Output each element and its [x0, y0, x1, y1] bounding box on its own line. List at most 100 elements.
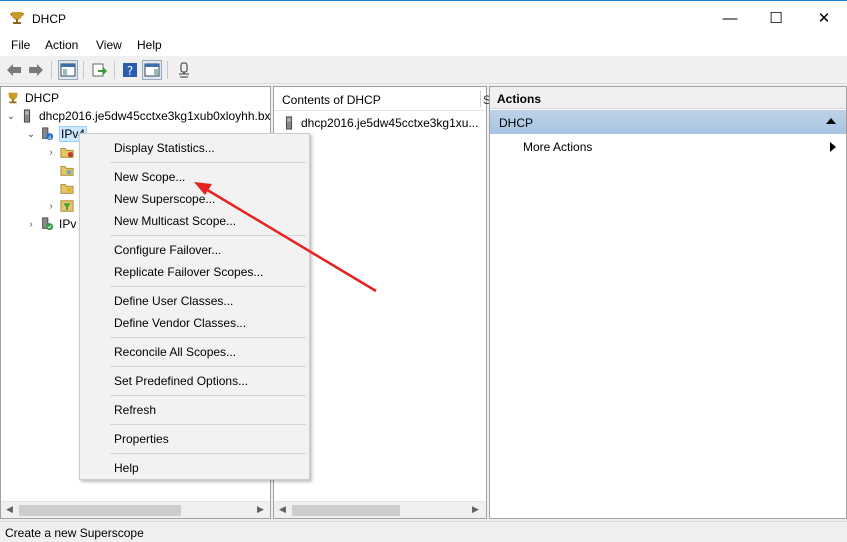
- minimize-icon: —: [722, 9, 738, 27]
- status-bar: Create a new Superscope: [0, 521, 847, 542]
- menu-separator: [110, 424, 306, 425]
- menu-item-new-superscope[interactable]: New Superscope...: [114, 192, 215, 206]
- menu-separator: [110, 395, 306, 396]
- expand-chevron-icon[interactable]: ›: [46, 147, 56, 158]
- ipv6-icon: [42, 217, 54, 231]
- show-hide-console-tree-button[interactable]: [58, 60, 78, 80]
- content-row-label: dhcp2016.je5dw45cctxe3kg1xu...: [301, 116, 479, 130]
- show-hide-action-pane-button[interactable]: [142, 60, 162, 80]
- menu-item-define-vendor-classes[interactable]: Define Vendor Classes...: [114, 316, 246, 330]
- menu-item-reconcile-all-scopes[interactable]: Reconcile All Scopes...: [114, 345, 236, 359]
- dhcp-app-icon: [10, 12, 24, 24]
- menu-item-refresh[interactable]: Refresh: [114, 403, 156, 417]
- content-horizontal-scrollbar[interactable]: ◀ ▶: [274, 501, 486, 518]
- maximize-button[interactable]: ☐: [753, 1, 799, 35]
- menu-view[interactable]: View: [96, 38, 122, 52]
- svg-text:?: ?: [127, 64, 133, 78]
- menu-item-help[interactable]: Help: [114, 461, 139, 475]
- ipv4-icon: 4: [42, 127, 54, 141]
- tree-label-dhcp: DHCP: [25, 91, 60, 105]
- menu-separator: [110, 235, 306, 236]
- filter-icon: [60, 200, 74, 212]
- tree-item-child[interactable]: [60, 161, 79, 179]
- toolbar: ?: [0, 56, 847, 84]
- dhcp-trophy-icon: [8, 92, 18, 104]
- window-title: DHCP: [32, 12, 67, 26]
- menu-item-new-multicast-scope[interactable]: New Multicast Scope...: [114, 214, 236, 228]
- server-icon: [285, 116, 293, 130]
- title-bar: DHCP — ☐ ✕: [0, 0, 847, 35]
- back-icon: [7, 64, 21, 76]
- menu-item-display-statistics[interactable]: Display Statistics...: [114, 141, 215, 155]
- menu-separator: [110, 337, 306, 338]
- scroll-left-icon[interactable]: ◀: [6, 504, 13, 515]
- menu-separator: [110, 162, 306, 163]
- minimize-button[interactable]: —: [707, 1, 753, 35]
- menu-item-define-user-classes[interactable]: Define User Classes...: [114, 294, 233, 308]
- tree-item-child[interactable]: ›: [46, 143, 79, 161]
- collapse-chevron-icon[interactable]: ⌄: [26, 129, 36, 140]
- show-hide-console-tree-icon: [60, 63, 76, 77]
- tree-item-server[interactable]: ⌄ dhcp2016.je5dw45cctxe3kg1xub0xloyhh.bx: [6, 107, 271, 125]
- menu-help[interactable]: Help: [137, 38, 162, 52]
- help-icon: ?: [123, 63, 137, 78]
- tree-item-dhcp-root[interactable]: DHCP: [6, 89, 59, 107]
- menu-separator: [110, 366, 306, 367]
- status-icon: [179, 62, 189, 78]
- tree-item-child[interactable]: ›: [46, 197, 79, 215]
- tree-horizontal-scrollbar[interactable]: ◀ ▶: [1, 501, 270, 518]
- close-button[interactable]: ✕: [801, 1, 847, 35]
- folder-icon: [60, 184, 74, 194]
- scroll-right-icon[interactable]: ▶: [257, 504, 264, 515]
- actions-pane: Actions DHCP More Actions: [489, 86, 847, 519]
- tree-item-child[interactable]: [60, 179, 79, 197]
- show-hide-action-pane-icon: [144, 63, 160, 77]
- status-text: Create a new Superscope: [5, 526, 144, 540]
- context-menu: Display Statistics... New Scope... New S…: [79, 133, 310, 480]
- tree-label-server: dhcp2016.je5dw45cctxe3kg1xub0xloyhh.bx: [39, 109, 271, 123]
- more-actions-item[interactable]: More Actions: [523, 140, 592, 154]
- toolbar-separator: [51, 61, 52, 79]
- export-list-icon: [92, 63, 107, 77]
- tree-label-ipv6: IPv: [59, 217, 77, 231]
- column-divider[interactable]: [480, 91, 481, 107]
- menu-action[interactable]: Action: [45, 38, 78, 52]
- menu-separator: [110, 453, 306, 454]
- actions-header: Actions: [490, 87, 846, 109]
- tree-item-ipv6[interactable]: › IPv: [26, 215, 76, 233]
- menu-item-configure-failover[interactable]: Configure Failover...: [114, 243, 221, 257]
- menu-item-properties[interactable]: Properties: [114, 432, 169, 446]
- expand-chevron-icon[interactable]: ›: [26, 219, 36, 230]
- content-column-header[interactable]: Contents of DHCP S: [274, 87, 491, 111]
- menu-item-new-scope[interactable]: New Scope...: [114, 170, 185, 184]
- folder-icon: [60, 166, 74, 176]
- help-button[interactable]: ?: [120, 60, 140, 80]
- actions-group-dhcp[interactable]: DHCP: [490, 110, 846, 134]
- tree-item-ipv4[interactable]: ⌄ 4 IPv4: [26, 125, 88, 143]
- menu-item-set-predefined-options[interactable]: Set Predefined Options...: [114, 374, 248, 388]
- export-list-button[interactable]: [89, 60, 109, 80]
- scrollbar-thumb[interactable]: [292, 505, 400, 516]
- collapse-up-icon[interactable]: [826, 118, 836, 124]
- content-row-server[interactable]: dhcp2016.je5dw45cctxe3kg1xu...: [282, 114, 478, 132]
- menu-item-replicate-failover-scopes[interactable]: Replicate Failover Scopes...: [114, 265, 263, 279]
- content-header-title: Contents of DHCP: [282, 93, 381, 107]
- menu-file[interactable]: File: [11, 38, 30, 52]
- scroll-right-icon[interactable]: ▶: [472, 504, 479, 515]
- toolbar-separator: [114, 61, 115, 79]
- collapse-chevron-icon[interactable]: ⌄: [6, 111, 16, 122]
- back-button[interactable]: [4, 60, 24, 80]
- scrollbar-thumb[interactable]: [19, 505, 181, 516]
- server-icon: [23, 109, 31, 123]
- forward-icon: [29, 64, 43, 76]
- status-button[interactable]: [174, 60, 194, 80]
- scroll-left-icon[interactable]: ◀: [279, 504, 286, 515]
- close-icon: ✕: [817, 10, 831, 27]
- menu-separator: [110, 286, 306, 287]
- menu-bar: File Action View Help: [0, 35, 847, 56]
- toolbar-separator: [167, 61, 168, 79]
- submenu-arrow-icon[interactable]: [830, 142, 836, 152]
- expand-chevron-icon[interactable]: ›: [46, 201, 56, 212]
- toolbar-separator: [83, 61, 84, 79]
- forward-button[interactable]: [26, 60, 46, 80]
